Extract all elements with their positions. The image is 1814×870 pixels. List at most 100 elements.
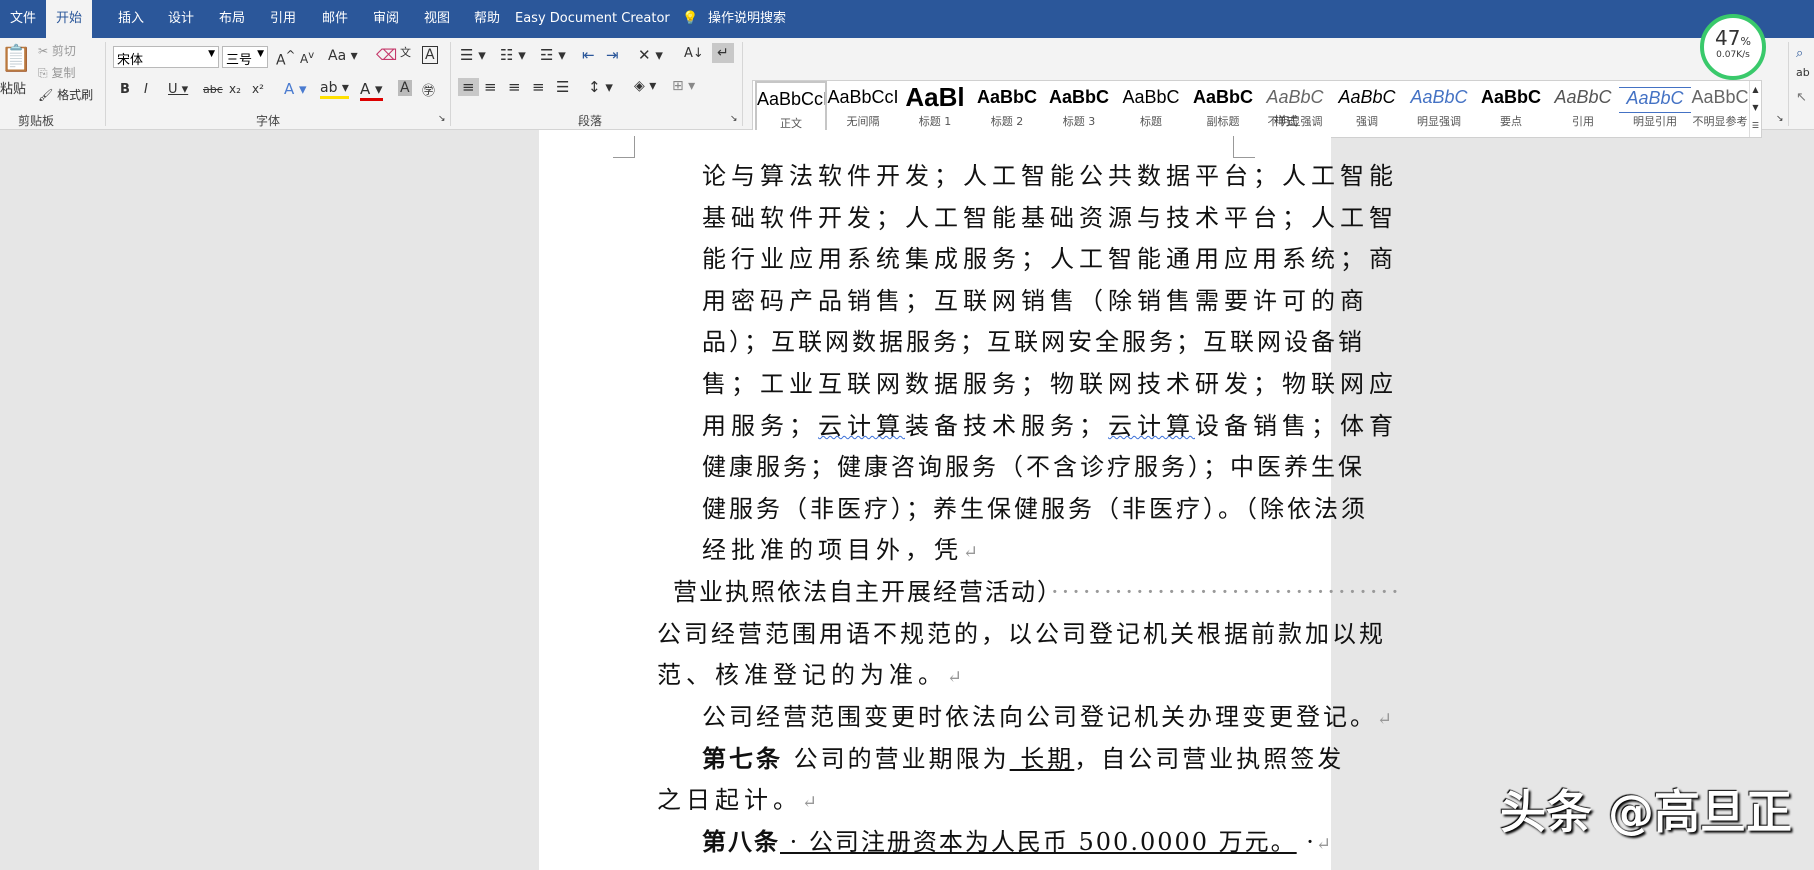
distributed-icon[interactable]: ☰ xyxy=(556,78,569,96)
paragraph-mark: ↵ xyxy=(802,792,818,813)
sort-icon[interactable]: A↓ xyxy=(684,46,704,61)
tab-references[interactable]: 引用 xyxy=(260,0,306,38)
style-preview: AaBbC xyxy=(1480,87,1541,107)
grow-font-button[interactable]: A^ xyxy=(276,48,295,69)
divider xyxy=(105,42,106,126)
gallery-scroll[interactable]: ▲ ▼ ☰ xyxy=(1749,81,1761,137)
clear-formatting-icon[interactable]: ⌫ xyxy=(376,46,397,64)
align-center-icon[interactable]: ≡ xyxy=(484,78,497,96)
phonetic-guide-icon[interactable]: 文 xyxy=(400,44,411,60)
subscript-button[interactable]: x₂ xyxy=(229,82,241,96)
style-preview: AaBbC xyxy=(1619,87,1691,113)
style-no-spacing[interactable]: AaBbCcI 无间隔 xyxy=(827,81,899,137)
style-heading-1[interactable]: AaBl 标题 1 xyxy=(899,81,971,137)
character-border-icon[interactable]: A xyxy=(422,46,438,64)
style-strong[interactable]: AaBbC 要点 xyxy=(1475,81,1547,137)
borders-icon[interactable]: ⊞ ▾ xyxy=(672,78,695,94)
paragraph-mark: ↵ xyxy=(1377,709,1393,730)
style-heading-3[interactable]: AaBbC 标题 3 xyxy=(1043,81,1115,137)
increase-indent-icon[interactable]: ⇥ xyxy=(606,46,619,64)
strikethrough-button[interactable]: abc xyxy=(203,83,223,96)
justify-icon[interactable]: ≡ xyxy=(532,78,545,96)
font-size-select[interactable]: 三号 ▼ xyxy=(222,46,268,68)
style-normal[interactable]: AaBbCcI 正文 xyxy=(755,81,827,137)
article-number: 第七条 xyxy=(702,744,783,773)
style-preview: AaBl xyxy=(905,82,965,112)
chevron-down-icon: ▼ xyxy=(257,49,264,59)
align-right-icon[interactable]: ≡ xyxy=(508,78,521,96)
replace-icon[interactable]: ab xyxy=(1796,66,1810,79)
tab-review[interactable]: 审阅 xyxy=(363,0,409,38)
numbering-icon[interactable]: ☷ ▾ xyxy=(500,46,526,64)
select-icon[interactable]: ↖ xyxy=(1796,90,1807,105)
text-effects-icon[interactable]: A ▾ xyxy=(284,80,307,98)
paste-button[interactable]: 粘贴 xyxy=(0,78,26,97)
document-page[interactable]: 论与算法软件开发；人工智能公共数据平台；人工智能 基础软件开发；人工智能基础资源… xyxy=(539,130,1399,870)
style-name: 不明显参考 xyxy=(1692,115,1748,128)
show-marks-icon[interactable]: ↵ xyxy=(712,43,734,63)
doc-line: 论与算法软件开发；人工智能公共数据平台；人工智能 xyxy=(702,162,1398,190)
style-quote[interactable]: AaBbC 引用 xyxy=(1547,81,1619,137)
styles-group-label: 样式 xyxy=(1274,114,1299,128)
style-emphasis[interactable]: AaBbC 强调 xyxy=(1331,81,1403,137)
font-size-value: 三号 xyxy=(226,53,253,68)
decrease-indent-icon[interactable]: ⇤ xyxy=(582,46,595,64)
copy-button[interactable]: ⎘ 复制 xyxy=(38,64,75,81)
doc-line: 第七条 公司的营业期限为 长期，自公司营业执照签发 xyxy=(702,744,1344,774)
bold-button[interactable]: B xyxy=(120,82,130,97)
superscript-button[interactable]: x² xyxy=(252,82,264,96)
style-name: 要点 xyxy=(1500,115,1522,128)
text-run: 装备技术服务； xyxy=(905,412,1108,440)
tab-view[interactable]: 视图 xyxy=(414,0,460,38)
style-preview: AaBbC xyxy=(1048,87,1109,107)
format-painter-button[interactable]: 🖌 格式刷 xyxy=(38,86,93,103)
italic-button[interactable]: I xyxy=(144,82,148,97)
shading-icon[interactable]: ◈ ▾ xyxy=(634,78,656,94)
line-spacing-icon[interactable]: ↕ ▾ xyxy=(588,78,613,96)
dialog-launcher-icon[interactable]: ↘ xyxy=(730,114,738,124)
tab-home[interactable]: 开始 xyxy=(46,0,93,38)
shrink-font-button[interactable]: Av xyxy=(300,50,314,66)
spelling-flag[interactable]: 云计算 xyxy=(818,412,905,440)
font-color-icon[interactable]: A ▾ xyxy=(360,80,383,101)
tab-mailings[interactable]: 邮件 xyxy=(312,0,358,38)
style-subtitle[interactable]: AaBbC 副标题 xyxy=(1187,81,1259,137)
tab-file[interactable]: 文件 xyxy=(0,0,46,38)
tab-easy-document-creator[interactable]: Easy Document Creator xyxy=(505,0,680,38)
style-intense-emphasis[interactable]: AaBbC 明显强调 xyxy=(1403,81,1475,137)
style-name: 正文 xyxy=(780,117,802,130)
tab-help[interactable]: 帮助 xyxy=(464,0,510,38)
style-preview: AaBbC xyxy=(1192,87,1253,107)
tab-layout[interactable]: 布局 xyxy=(209,0,255,38)
multilevel-list-icon[interactable]: ☲ ▾ xyxy=(540,46,566,64)
highlight-icon[interactable]: ab ▾ xyxy=(320,80,349,99)
font-name-value: 宋体 xyxy=(117,53,144,68)
align-left-icon[interactable]: ≡ xyxy=(458,78,479,96)
tab-design[interactable]: 设计 xyxy=(158,0,204,38)
format-painter-label: 格式刷 xyxy=(57,88,94,102)
tab-insert[interactable]: 插入 xyxy=(108,0,154,38)
underline-button[interactable]: U ▾ xyxy=(168,82,188,97)
style-heading-2[interactable]: AaBbC 标题 2 xyxy=(971,81,1043,137)
find-icon[interactable]: ⌕ xyxy=(1796,46,1803,61)
cut-button[interactable]: ✂ 剪切 xyxy=(38,42,76,59)
chinese-layout-icon[interactable]: ✕ ▾ xyxy=(638,46,663,64)
style-title[interactable]: AaBbC 标题 xyxy=(1115,81,1187,137)
style-subtle-reference[interactable]: AaBbC 不明显参考 xyxy=(1691,81,1749,137)
doc-line: 健服务（非医疗）；养生保健服务（非医疗）。（除依法须 xyxy=(702,495,1368,523)
style-name: 引用 xyxy=(1572,115,1594,128)
doc-line: 公司经营范围变更时依法向公司登记机关办理变更登记。↵ xyxy=(702,702,1392,735)
tell-me-search[interactable]: 操作说明搜索 xyxy=(698,0,796,38)
character-shading-icon[interactable]: A xyxy=(398,80,412,96)
style-intense-quote[interactable]: AaBbC 明显引用 xyxy=(1619,81,1691,137)
bullets-icon[interactable]: ☰ ▾ xyxy=(460,46,486,64)
font-name-select[interactable]: 宋体 ▼ xyxy=(113,46,219,68)
copy-label: 复制 xyxy=(51,66,76,80)
change-case-button[interactable]: Aa ▾ xyxy=(328,48,358,64)
paste-icon[interactable]: 📋 xyxy=(0,44,32,74)
dialog-launcher-icon[interactable]: ↘ xyxy=(1776,114,1784,124)
spelling-flag[interactable]: 云计算 xyxy=(1108,412,1195,440)
dialog-launcher-icon[interactable]: ↘ xyxy=(438,114,446,124)
enclose-character-icon[interactable]: ㊫ xyxy=(422,80,435,99)
style-name: 标题 2 xyxy=(990,115,1024,128)
